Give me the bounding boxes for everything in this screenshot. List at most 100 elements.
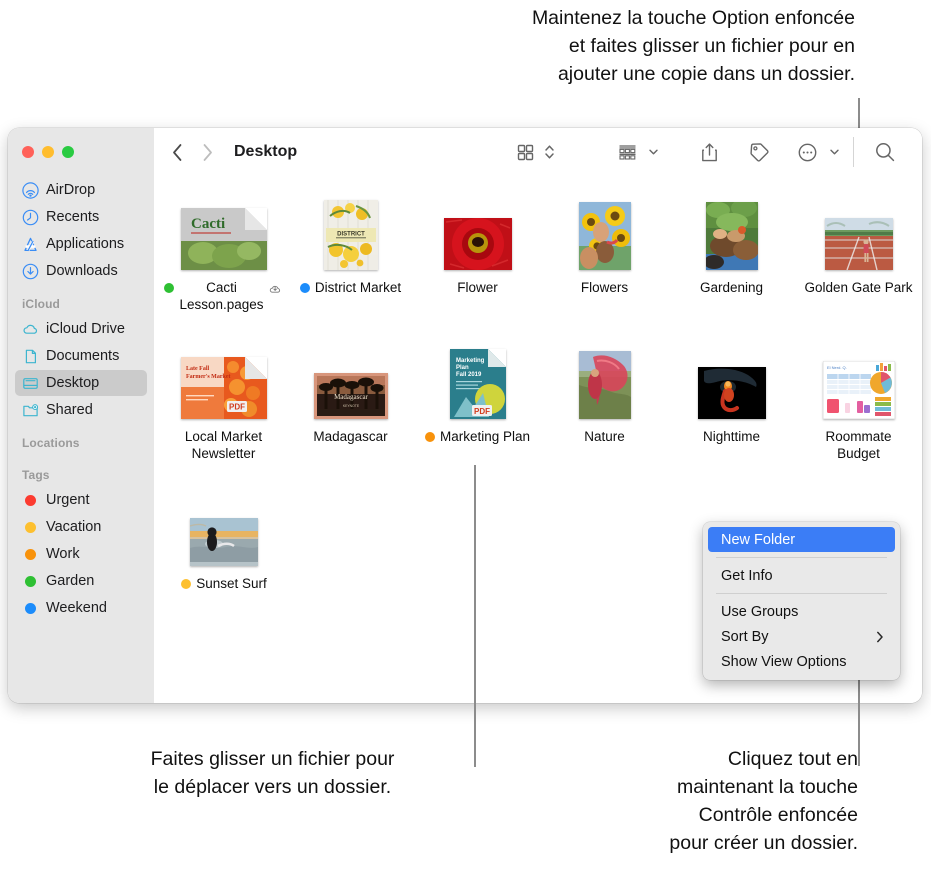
file-item-local-market-newsletter[interactable]: Late Fall Farmer's Market PDF Local Mark…: [160, 337, 287, 462]
share-icon[interactable]: [700, 142, 719, 163]
icloud-download-icon[interactable]: [269, 283, 283, 294]
svg-text:PDF: PDF: [474, 407, 490, 416]
sidebar-item-tag-urgent[interactable]: Urgent: [15, 487, 147, 513]
airdrop-icon: [22, 181, 39, 199]
tag-dot-icon: [25, 521, 36, 533]
sidebar-item-icloud-drive[interactable]: iCloud Drive: [15, 316, 147, 342]
poster-thumbnail: DISTRICT: [323, 200, 378, 270]
thumbnail: [541, 343, 668, 419]
svg-text:Late Fall: Late Fall: [186, 366, 209, 372]
close-button[interactable]: [22, 146, 34, 158]
tags-icon[interactable]: [749, 142, 770, 163]
file-label: Golden Gate Park: [804, 280, 913, 295]
icon-view-icon[interactable]: [516, 143, 535, 162]
more-actions-icon[interactable]: [797, 142, 818, 163]
file-item-flower[interactable]: Flower: [414, 188, 541, 313]
file-item-golden-gate-park[interactable]: Golden Gate Park: [795, 188, 922, 313]
tag-dot-icon: [424, 432, 435, 442]
file-item-nighttime[interactable]: Nighttime: [668, 337, 795, 462]
svg-text:Cacti: Cacti: [191, 216, 225, 232]
finder-window: AirDrop Recents Applications Downloads i…: [8, 128, 922, 703]
sidebar-item-label: Documents: [46, 348, 120, 364]
group-by-button[interactable]: [617, 143, 658, 162]
svg-text:Marketing: Marketing: [456, 358, 485, 364]
file-label: Flowers: [580, 280, 629, 295]
desktop-icon: [23, 377, 38, 389]
file-item-marketing-plan[interactable]: Marketing Plan Fall 2019 PDF Marketing P…: [414, 337, 541, 462]
menu-item-new-folder[interactable]: New Folder: [708, 527, 895, 552]
sidebar-item-label: Urgent: [46, 492, 90, 508]
chevron-down-icon[interactable]: [649, 149, 658, 155]
file-label: Nighttime: [702, 429, 761, 444]
file-item-sunset-surf[interactable]: Sunset Surf: [160, 484, 288, 592]
tag-dot-icon: [25, 575, 36, 587]
tag-dot-icon: [25, 602, 36, 614]
svg-text:Plan: Plan: [456, 365, 469, 371]
sidebar-item-label: Recents: [46, 209, 100, 225]
sidebar-item-airdrop[interactable]: AirDrop: [15, 177, 147, 203]
file-row: Cacti Cacti Lesson.pages DISTRICT Distri…: [154, 188, 922, 313]
file-label: Madagascar: [313, 429, 388, 444]
view-switcher[interactable]: [516, 142, 555, 162]
svg-text:Fall 2019: Fall 2019: [456, 372, 482, 378]
sidebar-item-applications[interactable]: Applications: [15, 231, 147, 257]
sidebar-item-downloads[interactable]: Downloads: [15, 258, 147, 284]
search-icon[interactable]: [874, 141, 896, 163]
file-item-flowers[interactable]: Flowers: [541, 188, 668, 313]
zoom-button[interactable]: [62, 146, 74, 158]
file-row: Late Fall Farmer's Market PDF Local Mark…: [154, 337, 922, 462]
file-label: Gardening: [699, 280, 764, 295]
sidebar-item-tag-work[interactable]: Work: [15, 541, 147, 567]
file-item-roommate-budget[interactable]: El Nerd. Q. Roommate Budget: [795, 337, 922, 462]
sidebar-item-label: Weekend: [46, 600, 107, 616]
menu-item-get-info[interactable]: Get Info: [708, 563, 895, 588]
sidebar-item-shared[interactable]: Shared: [15, 397, 147, 423]
minimize-button[interactable]: [42, 146, 54, 158]
thumbnail: [541, 194, 668, 270]
pages-doc-thumbnail: Cacti: [180, 208, 267, 270]
thumbnail: [668, 343, 795, 419]
menu-item-label: Use Groups: [721, 603, 799, 620]
thumbnail: Cacti: [160, 194, 287, 270]
context-menu[interactable]: New Folder Get Info Use Groups Sort By S…: [703, 522, 900, 680]
sidebar-item-recents[interactable]: Recents: [15, 204, 147, 230]
svg-text:Madagascar: Madagascar: [334, 393, 368, 401]
sidebar-item-label: Desktop: [46, 375, 100, 391]
sidebar-item-tag-garden[interactable]: Garden: [15, 568, 147, 594]
callout-option-drag: Maintenez la touche Option enfoncée et f…: [531, 7, 855, 85]
svg-text:Farmer's Market: Farmer's Market: [186, 374, 230, 380]
file-item-nature[interactable]: Nature: [541, 337, 668, 462]
clock-icon: [22, 209, 39, 225]
tag-dot-icon: [299, 283, 310, 293]
file-label: Roommate Budget: [825, 429, 892, 461]
more-actions-button[interactable]: [797, 142, 839, 163]
menu-separator: [716, 557, 887, 558]
sidebar-item-tag-weekend[interactable]: Weekend: [15, 595, 147, 621]
window-traffic-lights: [8, 128, 154, 176]
file-label: Flower: [457, 280, 498, 295]
menu-item-use-groups[interactable]: Use Groups: [708, 599, 895, 624]
sidebar-item-tag-vacation[interactable]: Vacation: [15, 514, 147, 540]
file-item-gardening[interactable]: Gardening: [668, 188, 795, 313]
file-item-cacti-lesson[interactable]: Cacti Cacti Lesson.pages: [160, 188, 287, 313]
back-icon[interactable]: [172, 143, 183, 162]
forward-icon[interactable]: [202, 143, 213, 162]
photo-flower-thumbnail: [443, 218, 512, 270]
file-item-district-market[interactable]: DISTRICT District Market: [287, 188, 414, 313]
thumbnail: DISTRICT: [287, 194, 414, 270]
svg-text:El Nerd. Q.: El Nerd. Q.: [827, 365, 847, 370]
sidebar-item-desktop[interactable]: Desktop: [15, 370, 147, 396]
stepper-icon[interactable]: [544, 142, 555, 162]
file-item-madagascar[interactable]: Madagascar KEYNOTE Madagascar: [287, 337, 414, 462]
tag-dot-icon: [25, 548, 36, 560]
group-by-icon[interactable]: [617, 143, 638, 162]
cloud-icon: [23, 324, 38, 334]
photo-madagascar-thumbnail: Madagascar KEYNOTE: [313, 373, 388, 419]
chevron-down-icon[interactable]: [830, 149, 839, 155]
sidebar-header-locations: Locations: [22, 436, 80, 450]
pdf-newsletter-thumbnail: Late Fall Farmer's Market PDF: [180, 357, 267, 419]
chevron-right-icon: [877, 631, 883, 642]
sidebar-item-documents[interactable]: Documents: [15, 343, 147, 369]
menu-item-show-view-options[interactable]: Show View Options: [708, 649, 895, 674]
menu-item-sort-by[interactable]: Sort By: [708, 624, 895, 649]
